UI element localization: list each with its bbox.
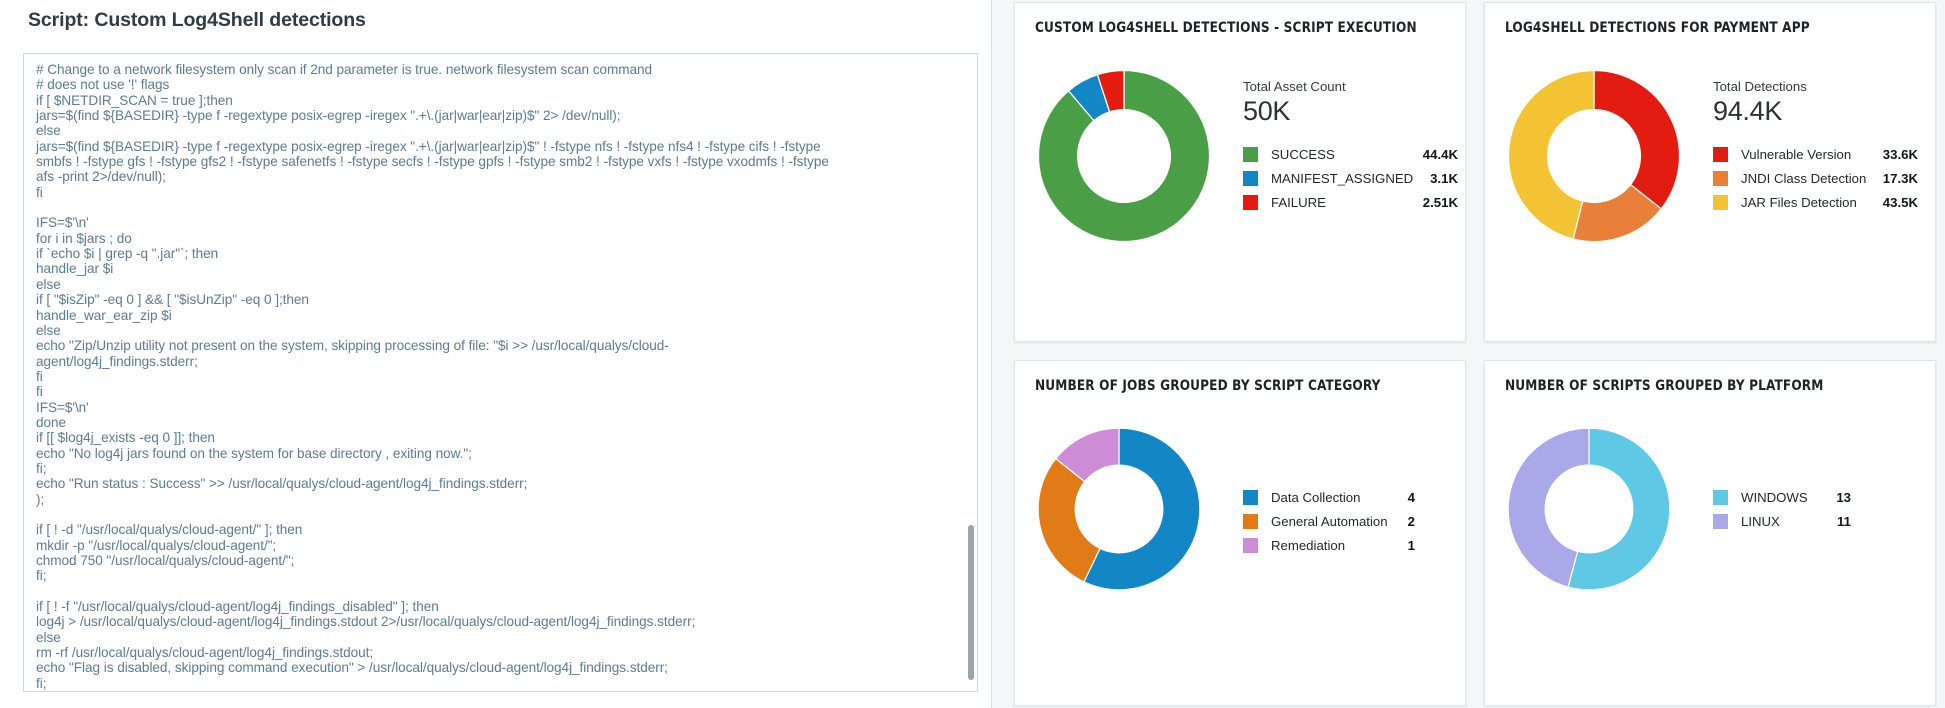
- widget-card-script-execution: CUSTOM LOG4SHELL DETECTIONS - SCRIPT EXE…: [1014, 2, 1466, 342]
- legend-value: 3.1K: [1430, 170, 1458, 186]
- legend-item[interactable]: JNDI Class Detection 17.3K: [1713, 166, 1918, 190]
- legend-color-swatch: [1243, 194, 1258, 210]
- legend-label: LINUX: [1741, 513, 1780, 529]
- total-value: 50K: [1243, 96, 1291, 126]
- legend-label: WINDOWS: [1741, 489, 1808, 505]
- total-value: 94.4K: [1713, 96, 1783, 126]
- legend-item[interactable]: Data Collection 4: [1243, 485, 1415, 509]
- legend-item[interactable]: WINDOWS 13: [1713, 485, 1851, 509]
- legend-item[interactable]: JAR Files Detection 43.5K: [1713, 190, 1918, 214]
- widget-card-jobs-by-category: NUMBER OF JOBS GROUPED BY SCRIPT CATEGOR…: [1014, 360, 1466, 706]
- donut-chart-svg: [1507, 69, 1681, 243]
- legend-label: JNDI Class Detection: [1741, 170, 1867, 186]
- legend-label: Data Collection: [1271, 489, 1361, 505]
- legend-color-swatch: [1713, 489, 1728, 505]
- legend-value: 17.3K: [1882, 170, 1918, 186]
- widget-title: NUMBER OF JOBS GROUPED BY SCRIPT CATEGOR…: [1035, 378, 1381, 394]
- legend-color-swatch: [1243, 513, 1258, 529]
- total-label: Total Detections: [1713, 79, 1807, 94]
- legend-value: 2: [1407, 513, 1415, 529]
- legend-label: General Automation: [1271, 513, 1388, 529]
- chart-legend: Total Detections 94.4K Vulnerable Versio…: [1713, 79, 1918, 214]
- donut-chart-svg: [1507, 427, 1671, 591]
- legend-item[interactable]: SUCCESS 44.4K: [1243, 142, 1458, 166]
- legend-rows: Vulnerable Version 33.6K JNDI Class Detect…: [1713, 142, 1918, 214]
- script-panel: Script: Custom Log4Shell detections # Ch…: [0, 0, 992, 708]
- widget-title: LOG4SHELL DETECTIONS FOR PAYMENT APP: [1505, 20, 1810, 36]
- legend-item[interactable]: General Automation 2: [1243, 509, 1415, 533]
- widget-title: CUSTOM LOG4SHELL DETECTIONS - SCRIPT EXE…: [1035, 20, 1417, 36]
- widget-card-payment-app: LOG4SHELL DETECTIONS FOR PAYMENT APP Tot…: [1484, 2, 1936, 342]
- legend-label: SUCCESS: [1271, 146, 1335, 162]
- legend-item[interactable]: LINUX 11: [1713, 509, 1851, 533]
- donut-chart-svg: [1037, 69, 1211, 243]
- legend-rows: Data Collection 4 General Automation 2 Remed…: [1243, 485, 1415, 557]
- widget-chart-area: Total Detections 94.4K Vulnerable Versio…: [1485, 49, 1935, 341]
- legend-color-swatch: [1243, 489, 1258, 505]
- legend-label: FAILURE: [1271, 194, 1326, 210]
- legend-value: 43.5K: [1882, 194, 1918, 210]
- chart-legend: WINDOWS 13 LINUX 11: [1713, 485, 1851, 533]
- legend-value: 1: [1407, 537, 1415, 553]
- legend-value: 11: [1837, 513, 1851, 529]
- legend-color-swatch: [1713, 194, 1728, 210]
- dashboard-page: Script: Custom Log4Shell detections # Ch…: [0, 0, 1945, 708]
- legend-item[interactable]: Remediation 1: [1243, 533, 1415, 557]
- widget-card-scripts-by-platform: NUMBER OF SCRIPTS GROUPED BY PLATFORM WI…: [1484, 360, 1936, 706]
- donut-chart[interactable]: [1033, 423, 1215, 605]
- legend-value: 2.51K: [1422, 194, 1458, 210]
- chart-legend: Total Asset Count 50K SUCCESS 44.4K MANIFE…: [1243, 79, 1458, 214]
- script-scrollbar-thumb[interactable]: [968, 525, 974, 680]
- widget-title: NUMBER OF SCRIPTS GROUPED BY PLATFORM: [1505, 378, 1824, 394]
- widget-chart-area: Total Asset Count 50K SUCCESS 44.4K MANIFE…: [1015, 49, 1465, 341]
- legend-value: 33.6K: [1882, 146, 1918, 162]
- legend-color-swatch: [1243, 537, 1258, 553]
- widget-chart-area: Data Collection 4 General Automation 2 Remed…: [1015, 407, 1465, 705]
- legend-color-swatch: [1713, 170, 1728, 186]
- script-scrollbar[interactable]: [967, 55, 976, 691]
- script-code-viewer[interactable]: # Change to a network filesystem only sc…: [23, 53, 978, 692]
- legend-label: Remediation: [1271, 537, 1346, 553]
- legend-rows: SUCCESS 44.4K MANIFEST_ASSIGNED 3.1K FAILURE…: [1243, 142, 1458, 214]
- page-title: Script: Custom Log4Shell detections: [28, 9, 366, 31]
- legend-label: JAR Files Detection: [1741, 194, 1857, 210]
- legend-value: 13: [1836, 489, 1851, 505]
- donut-chart-svg: [1037, 427, 1201, 591]
- legend-rows: WINDOWS 13 LINUX 11: [1713, 485, 1851, 533]
- donut-chart[interactable]: [1503, 423, 1685, 605]
- legend-color-swatch: [1243, 146, 1258, 162]
- donut-slice[interactable]: [1593, 69, 1681, 210]
- chart-legend: Data Collection 4 General Automation 2 Remed…: [1243, 485, 1415, 557]
- legend-item[interactable]: MANIFEST_ASSIGNED 3.1K: [1243, 166, 1458, 190]
- legend-color-swatch: [1713, 513, 1728, 529]
- legend-value: 44.4K: [1422, 146, 1458, 162]
- donut-chart[interactable]: [1033, 65, 1215, 247]
- legend-item[interactable]: Vulnerable Version 33.6K: [1713, 142, 1918, 166]
- legend-color-swatch: [1243, 170, 1258, 186]
- legend-label: MANIFEST_ASSIGNED: [1271, 170, 1414, 186]
- script-code-text: # Change to a network filesystem only sc…: [36, 62, 829, 691]
- legend-label: Vulnerable Version: [1741, 146, 1852, 162]
- widget-grid: CUSTOM LOG4SHELL DETECTIONS - SCRIPT EXE…: [1005, 0, 1945, 708]
- donut-chart[interactable]: [1503, 65, 1685, 247]
- total-label: Total Asset Count: [1243, 79, 1346, 94]
- widget-chart-area: WINDOWS 13 LINUX 11: [1485, 407, 1935, 705]
- legend-item[interactable]: FAILURE 2.51K: [1243, 190, 1458, 214]
- donut-slice[interactable]: [1037, 457, 1101, 583]
- legend-value: 4: [1407, 489, 1415, 505]
- legend-color-swatch: [1713, 146, 1728, 162]
